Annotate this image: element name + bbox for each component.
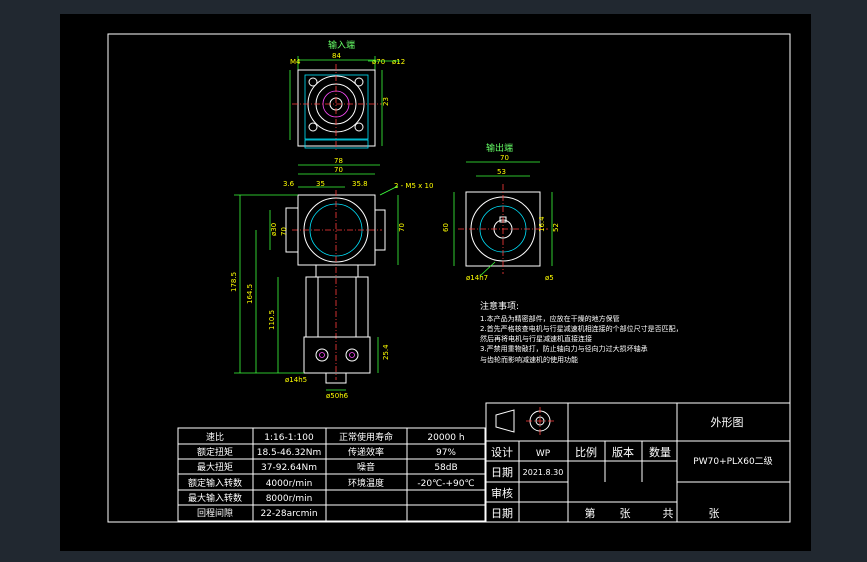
date-label: 日期: [491, 466, 513, 479]
spec-r1-c3: 97%: [436, 448, 456, 458]
cad-viewport[interactable]: 输入端 84 M4 ø70 ø12 23 78 70 35 3.6 35.8 2…: [0, 0, 867, 562]
dim-25-4: 25.4: [382, 344, 390, 360]
input-view-title: 输入端: [328, 39, 355, 51]
dim-holes: 2 - M5 x 10: [394, 182, 433, 190]
spec-r0-c0: 速比: [206, 431, 224, 443]
note-line-1: 1.本产品为精密部件，应放在干燥的地方保管: [480, 314, 620, 323]
spec-r1-c0: 额定扭矩: [197, 446, 233, 458]
dim-shaft: ø12: [392, 58, 405, 66]
dim-84: 84: [332, 52, 341, 60]
spec-r0-c1: 1:16-1:100: [264, 433, 314, 443]
dim-out-bottom-2: ø5: [545, 274, 554, 282]
dim-164-5: 164.5: [246, 284, 254, 304]
spec-r2-c0: 最大扭矩: [197, 461, 233, 473]
qty-label: 数量: [649, 446, 671, 459]
spec-r0-c3: 20000 h: [427, 433, 464, 443]
sheet-unit-2: 张: [709, 507, 720, 520]
date-value: 2021.8.30: [523, 468, 564, 477]
note-line-5: 与齿轮而影响减速机的使用功能: [480, 355, 578, 364]
dim-out-52: 52: [552, 223, 560, 232]
spec-r1-c2: 传递效率: [348, 446, 384, 458]
spec-r0-c2: 正常使用寿命: [339, 431, 393, 443]
spec-r5-c0: 回程间隙: [197, 507, 233, 519]
spec-r2-c2: 噪音: [357, 461, 375, 473]
model-name: PW70+PLX60二级: [693, 455, 772, 467]
sheet-unit-1: 张: [620, 507, 631, 520]
dim-70e: 70: [280, 227, 288, 236]
dim-pcd: ø70: [372, 58, 385, 66]
spec-r4-c0: 最大输入转数: [188, 492, 242, 504]
spec-r3-c3: -20℃-+90℃: [417, 479, 474, 489]
spec-r1-c1: 18.5-46.32Nm: [257, 448, 322, 458]
spec-r4-c1: 8000r/min: [266, 494, 313, 504]
output-view-title: 输出端: [486, 142, 513, 154]
spec-r5-c1: 22-28arcmin: [260, 509, 317, 519]
dim-70c: 70: [334, 166, 343, 174]
dim-70d: 70: [398, 223, 406, 232]
spec-r3-c1: 4000r/min: [266, 479, 313, 489]
dim-bottom-1: ø14h5: [285, 376, 307, 384]
dim-35: 35: [316, 180, 325, 188]
dim-side-1: ø30: [270, 223, 278, 236]
sheet-total-label: 共: [663, 507, 674, 520]
dim-178-5: 178.5: [230, 272, 238, 292]
dim-out-16: 16.4: [538, 216, 546, 232]
spec-r3-c0: 额定输入转数: [188, 477, 242, 489]
note-line-2: 2.首先严格核查电机与行星减速机相连接的个部位尺寸是否匹配，: [480, 324, 683, 333]
dim-out-60: 60: [442, 223, 450, 232]
drawing-canvas: 输入端 84 M4 ø70 ø12 23 78 70 35 3.6 35.8 2…: [60, 14, 811, 551]
note-line-3: 然后再将电机与行星减速机直接连接: [480, 334, 592, 343]
dim-110-5: 110.5: [268, 310, 276, 330]
date-label-2: 日期: [491, 507, 513, 520]
scale-label: 比例: [575, 445, 597, 459]
dim-78: 78: [334, 157, 343, 165]
dim-m4: M4: [290, 58, 301, 66]
designer: WP: [536, 449, 551, 459]
dim-3-6: 3.6: [283, 180, 295, 188]
review-label: 审核: [491, 486, 513, 500]
dim-23: 23: [382, 97, 390, 106]
dim-out-70: 70: [500, 154, 509, 162]
spec-r2-c3: 58dB: [434, 463, 457, 473]
dim-bottom-2: ø50h6: [326, 392, 349, 400]
dim-35-8: 35.8: [352, 180, 368, 188]
dim-out-bottom: ø14h7: [466, 274, 488, 282]
drawing-name: 外形图: [711, 416, 744, 429]
spec-r2-c1: 37-92.64Nm: [261, 463, 317, 473]
design-label: 设计: [491, 446, 513, 459]
notes-title: 注意事项:: [480, 300, 519, 312]
spec-r3-c2: 环境温度: [348, 477, 384, 489]
dim-out-53: 53: [497, 168, 506, 176]
version-label: 版本: [612, 445, 634, 459]
note-line-4: 3.严禁用重物敲打，防止轴向力与径向力过大损坏轴承: [480, 344, 648, 353]
sheet-no-label: 第: [585, 506, 596, 520]
